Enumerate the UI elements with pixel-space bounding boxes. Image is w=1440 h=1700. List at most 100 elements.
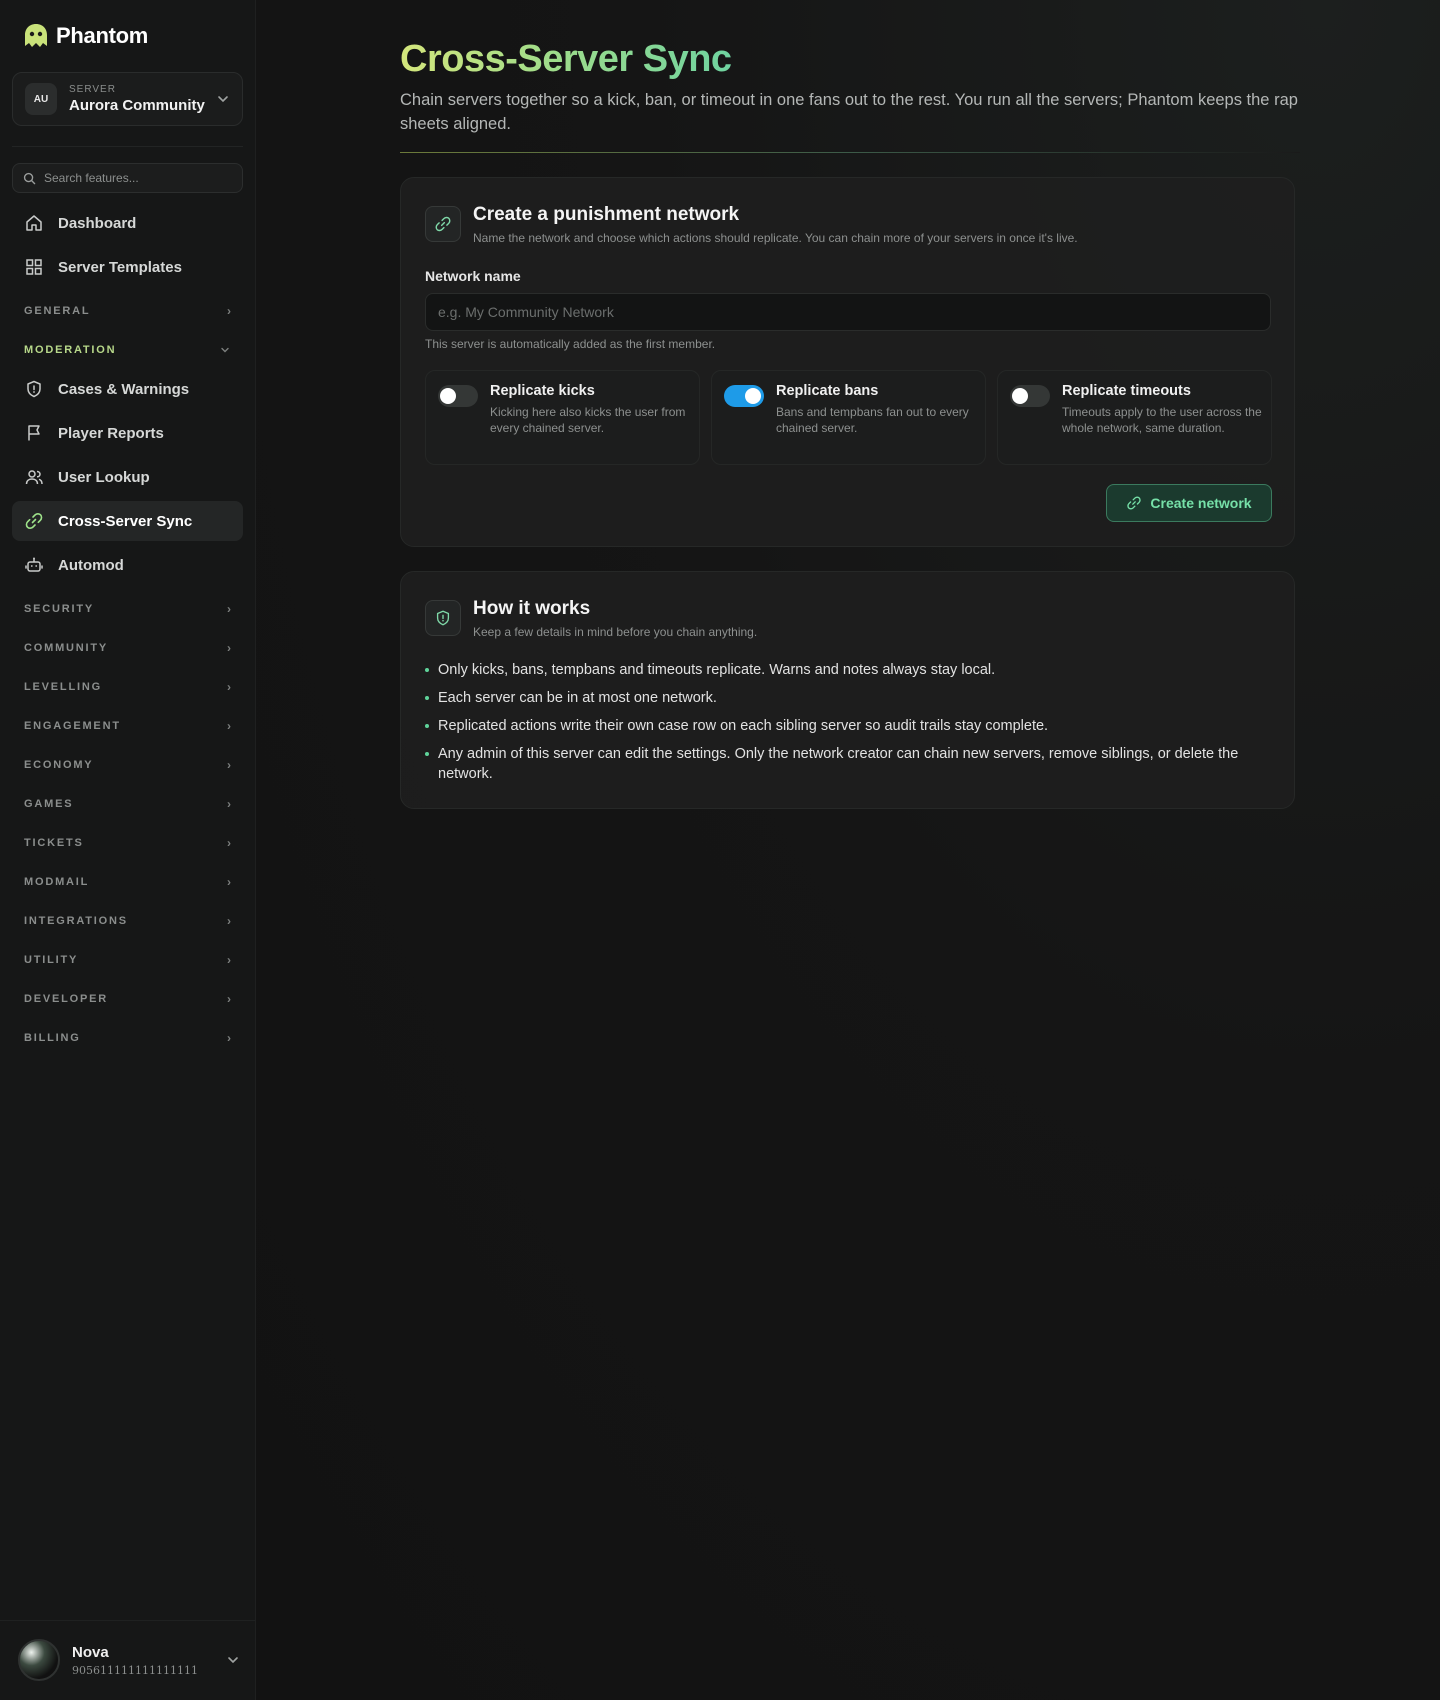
sidebar-item-cases-warnings[interactable]: Cases & Warnings	[12, 369, 243, 409]
search-input[interactable]	[44, 171, 224, 185]
section-engagement[interactable]: ENGAGEMENT ›	[12, 706, 243, 745]
sidebar-nav: Dashboard Server Templates GENERAL › MOD…	[12, 203, 243, 1057]
list-item: Each server can be in at most one networ…	[425, 688, 1275, 708]
section-label: TICKETS	[24, 836, 84, 849]
user-divider	[0, 1620, 256, 1621]
section-label: GAMES	[24, 797, 74, 810]
section-modmail[interactable]: MODMAIL ›	[12, 862, 243, 901]
chevron-right-icon: ›	[227, 640, 231, 655]
chevron-right-icon: ›	[227, 952, 231, 967]
link-icon	[1127, 496, 1142, 510]
server-caption: SERVER	[69, 84, 116, 95]
section-label: ECONOMY	[24, 758, 94, 771]
server-selector[interactable]: AU SERVER Aurora Community	[12, 72, 243, 126]
card-title: How it works	[473, 598, 591, 619]
replicate-bans-toggle[interactable]	[724, 385, 764, 407]
card-subtitle: Keep a few details in mind before you ch…	[473, 625, 758, 639]
search-box[interactable]	[12, 163, 243, 193]
network-name-help: This server is automatically added as th…	[425, 337, 716, 351]
section-label: LEVELLING	[24, 680, 102, 693]
main-content: Cross-Server Sync Chain servers together…	[256, 0, 1440, 1700]
avatar	[18, 1639, 60, 1681]
create-network-button[interactable]: Create network	[1106, 484, 1272, 522]
section-label: DEVELOPER	[24, 992, 109, 1005]
card-subtitle: Name the network and choose which action…	[473, 231, 1078, 245]
replicate-kicks-option: Replicate kicks Kicking here also kicks …	[425, 370, 700, 465]
section-label: MODMAIL	[24, 875, 90, 888]
server-name: Aurora Community	[69, 97, 205, 114]
sidebar-item-label: Automod	[58, 556, 124, 574]
chevron-right-icon: ›	[227, 679, 231, 694]
chevron-right-icon: ›	[227, 303, 231, 318]
chevron-down-icon	[228, 1657, 238, 1664]
server-avatar: AU	[25, 83, 57, 115]
section-integrations[interactable]: INTEGRATIONS ›	[12, 901, 243, 940]
create-network-card: Create a punishment network Name the net…	[400, 177, 1295, 547]
option-title: Replicate kicks	[490, 383, 595, 399]
section-label: INTEGRATIONS	[24, 914, 128, 927]
user-menu[interactable]: Nova 905611111111111111	[18, 1638, 240, 1682]
sidebar-item-label: User Lookup	[58, 468, 150, 486]
sidebar-item-label: Server Templates	[58, 258, 182, 276]
list-item: Replicated actions write their own case …	[425, 716, 1275, 736]
sidebar-item-server-templates[interactable]: Server Templates	[12, 247, 243, 287]
sidebar-item-player-reports[interactable]: Player Reports	[12, 413, 243, 453]
sidebar-item-label: Dashboard	[58, 214, 137, 232]
section-general[interactable]: GENERAL ›	[12, 291, 243, 330]
chevron-down-icon	[218, 96, 228, 103]
chevron-right-icon: ›	[227, 835, 231, 850]
replicate-bans-option: Replicate bans Bans and tempbans fan out…	[711, 370, 986, 465]
chevron-right-icon: ›	[227, 913, 231, 928]
chevron-right-icon: ›	[227, 1030, 231, 1045]
brand[interactable]: Phantom	[22, 22, 148, 50]
section-utility[interactable]: UTILITY ›	[12, 940, 243, 979]
flag-icon	[28, 425, 40, 441]
sidebar-item-label: Player Reports	[58, 424, 164, 442]
sidebar-divider	[12, 146, 243, 147]
replicate-timeouts-toggle[interactable]	[1010, 385, 1050, 407]
users-icon	[25, 470, 43, 485]
page-title: Cross-Server Sync	[400, 38, 732, 80]
sidebar-item-cross-server-sync[interactable]: Cross-Server Sync	[12, 501, 243, 541]
list-item: Only kicks, bans, tempbans and timeouts …	[425, 660, 1275, 680]
option-title: Replicate timeouts	[1062, 383, 1191, 399]
section-developer[interactable]: DEVELOPER ›	[12, 979, 243, 1018]
section-label: COMMUNITY	[24, 641, 109, 654]
section-economy[interactable]: ECONOMY ›	[12, 745, 243, 784]
section-label: GENERAL	[24, 304, 91, 317]
section-label: ENGAGEMENT	[24, 719, 121, 732]
replicate-timeouts-option: Replicate timeouts Timeouts apply to the…	[997, 370, 1272, 465]
ghost-logo-icon	[25, 24, 47, 47]
link-icon	[25, 512, 43, 530]
sidebar-item-automod[interactable]: Automod	[12, 545, 243, 585]
page-subtitle: Chain servers together so a kick, ban, o…	[400, 91, 1298, 133]
section-billing[interactable]: BILLING ›	[12, 1018, 243, 1057]
brand-name: Phantom	[56, 23, 149, 48]
home-icon	[26, 215, 42, 231]
section-label: BILLING	[24, 1031, 81, 1044]
link-icon	[435, 216, 451, 232]
network-name-input[interactable]	[425, 293, 1271, 331]
sidebar-item-user-lookup[interactable]: User Lookup	[12, 457, 243, 497]
card-title: Create a punishment network	[473, 204, 740, 225]
section-security[interactable]: SECURITY ›	[12, 589, 243, 628]
section-tickets[interactable]: TICKETS ›	[12, 823, 243, 862]
section-levelling[interactable]: LEVELLING ›	[12, 667, 243, 706]
option-description: Bans and tempbans fan out to every chain…	[776, 405, 969, 435]
chevron-right-icon: ›	[227, 796, 231, 811]
section-label: SECURITY	[24, 602, 95, 615]
section-moderation[interactable]: MODERATION	[12, 330, 243, 369]
section-label: MODERATION	[24, 343, 117, 356]
user-name: Nova	[72, 1643, 109, 1661]
sidebar-item-dashboard[interactable]: Dashboard	[12, 203, 243, 243]
title-divider	[400, 152, 1300, 153]
section-community[interactable]: COMMUNITY ›	[12, 628, 243, 667]
replicate-kicks-toggle[interactable]	[438, 385, 478, 407]
sidebar-item-label: Cases & Warnings	[58, 380, 190, 398]
section-label: UTILITY	[24, 953, 79, 966]
card-icon	[425, 600, 461, 636]
shield-icon	[27, 380, 41, 398]
how-it-works-list: Only kicks, bans, tempbans and timeouts …	[425, 660, 1275, 792]
chevron-down-icon	[221, 347, 229, 352]
section-games[interactable]: GAMES ›	[12, 784, 243, 823]
